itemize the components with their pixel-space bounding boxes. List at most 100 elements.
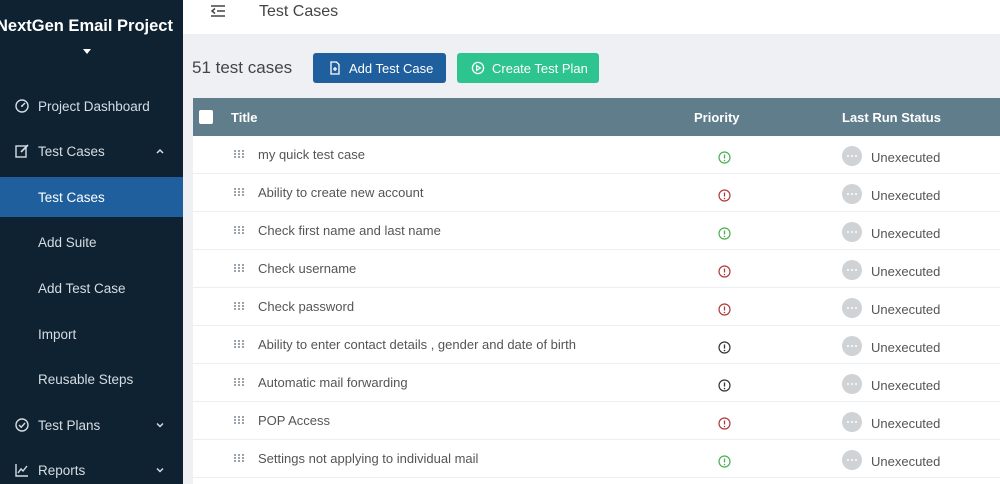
sidebar-item-reports[interactable]: Reports (0, 450, 183, 484)
chart-icon (15, 464, 28, 477)
add-test-case-button[interactable]: Add Test Case (313, 53, 446, 83)
chevron-down-icon (156, 467, 164, 473)
last-run-status: Unexecuted (871, 302, 941, 317)
priority-medium-icon (718, 341, 731, 354)
test-case-title[interactable]: Automatic mail forwarding (258, 375, 408, 390)
drag-handle-icon[interactable] (234, 340, 244, 348)
test-case-title[interactable]: Check password (258, 299, 354, 314)
check-circle-icon (15, 418, 29, 432)
last-run-status: Unexecuted (871, 378, 941, 393)
drag-handle-icon[interactable] (234, 264, 244, 272)
last-run-status: Unexecuted (871, 226, 941, 241)
priority-high-icon (718, 417, 731, 430)
table-row[interactable]: Check username Unexecuted (193, 250, 1000, 288)
priority-low-icon (718, 151, 731, 164)
table-row[interactable]: Ability to create new account Unexecuted (193, 174, 1000, 212)
ellipsis-icon (847, 193, 857, 195)
menu-collapse-icon[interactable] (209, 3, 227, 19)
file-add-icon (330, 61, 340, 75)
ellipsis-icon (847, 307, 857, 309)
edit-icon (15, 144, 29, 158)
priority-low-icon (718, 455, 731, 468)
sidebar-item-test-cases-group[interactable]: Test Cases (0, 131, 183, 171)
test-case-title[interactable]: Settings not applying to individual mail (258, 451, 478, 466)
column-header-title[interactable]: Title (231, 110, 258, 125)
ellipsis-icon (847, 155, 857, 157)
test-case-title[interactable]: Ability to create new account (258, 185, 423, 200)
test-case-title[interactable]: POP Access (258, 413, 330, 428)
priority-high-icon (718, 189, 731, 202)
play-circle-icon (471, 61, 485, 75)
sidebar-item-add-test-case[interactable]: Add Test Case (0, 268, 183, 308)
table-row[interactable]: Ability to enter contact details , gende… (193, 326, 1000, 364)
ellipsis-icon (847, 459, 857, 461)
drag-handle-icon[interactable] (234, 454, 244, 462)
table-row[interactable]: Check password Unexecuted (193, 288, 1000, 326)
last-run-status: Unexecuted (871, 416, 941, 431)
table-row[interactable]: Check first name and last name Unexecuted (193, 212, 1000, 250)
status-unexecuted-icon (842, 222, 862, 242)
sidebar-item-test-cases[interactable]: Test Cases (0, 177, 183, 217)
status-unexecuted-icon (842, 450, 862, 470)
create-test-plan-button[interactable]: Create Test Plan (457, 53, 599, 83)
table-row[interactable]: my quick test case Unexecuted (193, 136, 1000, 174)
project-title[interactable]: NextGen Email Project (0, 17, 175, 36)
drag-handle-icon[interactable] (234, 378, 244, 386)
sidebar-item-test-plans[interactable]: Test Plans (0, 405, 183, 445)
drag-handle-icon[interactable] (234, 188, 244, 196)
column-header-last-run-status[interactable]: Last Run Status (842, 110, 941, 125)
dashboard-icon (15, 99, 29, 113)
priority-medium-icon (718, 379, 731, 392)
drag-handle-icon[interactable] (234, 226, 244, 234)
table-header: Title Priority Last Run Status (193, 98, 1000, 136)
status-unexecuted-icon (842, 336, 862, 356)
last-run-status: Unexecuted (871, 340, 941, 355)
sidebar-item-label: Test Plans (38, 417, 101, 433)
priority-high-icon (718, 265, 731, 278)
priority-high-icon (718, 303, 731, 316)
test-case-title[interactable]: Check username (258, 261, 356, 276)
last-run-status: Unexecuted (871, 150, 941, 165)
sidebar-item-reusable-steps[interactable]: Reusable Steps (0, 359, 183, 399)
drag-handle-icon[interactable] (234, 416, 244, 424)
ellipsis-icon (847, 345, 857, 347)
chevron-up-icon (156, 148, 164, 154)
add-test-case-label: Add Test Case (349, 60, 434, 76)
test-case-title[interactable]: my quick test case (258, 147, 365, 162)
top-header: Test Cases (183, 0, 1000, 34)
sidebar-item-project-dashboard[interactable]: Project Dashboard (0, 86, 183, 126)
sidebar-item-add-suite[interactable]: Add Suite (0, 222, 183, 262)
column-header-priority[interactable]: Priority (694, 110, 740, 125)
ellipsis-icon (847, 383, 857, 385)
last-run-status: Unexecuted (871, 454, 941, 469)
table-row[interactable]: Settings not applying to individual mail… (193, 440, 1000, 478)
last-run-status: Unexecuted (871, 264, 941, 279)
ellipsis-icon (847, 421, 857, 423)
test-case-title[interactable]: Ability to enter contact details , gende… (258, 337, 576, 352)
last-run-status: Unexecuted (871, 188, 941, 203)
drag-handle-icon[interactable] (234, 302, 244, 310)
status-unexecuted-icon (842, 260, 862, 280)
sidebar-item-label: Reusable Steps (38, 371, 134, 387)
ellipsis-icon (847, 231, 857, 233)
drag-handle-icon[interactable] (234, 150, 244, 158)
project-caret-icon[interactable] (83, 49, 91, 54)
sidebar-item-label: Test Cases (38, 189, 105, 205)
status-unexecuted-icon (842, 184, 862, 204)
ellipsis-icon (847, 269, 857, 271)
test-case-count: 51 test cases (192, 58, 293, 77)
table-row[interactable]: Automatic mail forwarding Unexecuted (193, 364, 1000, 402)
create-test-plan-label: Create Test Plan (492, 60, 588, 76)
page-title: Test Cases (259, 3, 339, 20)
status-unexecuted-icon (842, 374, 862, 394)
sidebar-item-label: Add Test Case (38, 280, 126, 296)
select-all-checkbox[interactable] (199, 110, 213, 124)
sidebar-item-label: Import (38, 326, 77, 342)
chevron-down-icon (156, 422, 164, 428)
test-case-title[interactable]: Check first name and last name (258, 223, 441, 238)
status-unexecuted-icon (842, 412, 862, 432)
sidebar-item-label: Project Dashboard (38, 98, 150, 114)
table-row[interactable]: POP Access Unexecuted (193, 402, 1000, 440)
sidebar-item-label: Test Cases (38, 143, 105, 159)
sidebar-item-import[interactable]: Import (0, 314, 183, 354)
